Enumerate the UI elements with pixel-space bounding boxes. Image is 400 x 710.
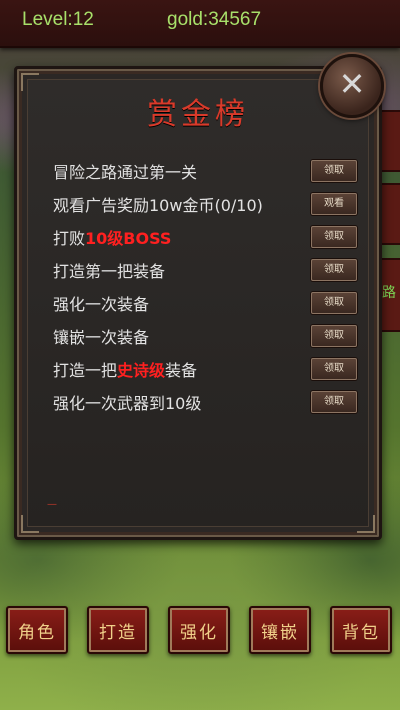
quest-row: 打造第一把装备 领取	[53, 256, 363, 282]
quest-row: 镶嵌一次装备 领取	[53, 322, 363, 348]
quest-highlight: 史诗级	[117, 361, 166, 380]
nav-bag-button[interactable]: 背包	[330, 606, 392, 654]
claim-button[interactable]: 领取	[311, 391, 357, 413]
claim-button[interactable]: 领取	[311, 259, 357, 281]
panel-corner	[357, 515, 375, 533]
bounty-panel: 赏金榜 冒险之路通过第一关 领取 观看广告奖励10w金币(0/10) 观看 打败…	[14, 66, 382, 540]
gold-label: gold:34567	[167, 9, 262, 30]
close-icon: ✕	[338, 65, 366, 103]
quest-highlight: 10级BOSS	[85, 229, 172, 248]
footer-mark: —	[47, 499, 57, 510]
level-label: Level:12	[22, 9, 94, 30]
nav-character-button[interactable]: 角色	[6, 606, 68, 654]
quest-label: 强化一次武器到10级	[53, 394, 202, 413]
quest-row: 强化一次武器到10级 领取	[53, 388, 363, 414]
claim-button[interactable]: 领取	[311, 226, 357, 248]
nav-inlay-button[interactable]: 镶嵌	[249, 606, 311, 654]
claim-button[interactable]: 领取	[311, 325, 357, 347]
side-tab-label: 路	[382, 285, 396, 301]
panel-corner	[21, 515, 39, 533]
quest-row: 观看广告奖励10w金币(0/10) 观看	[53, 190, 363, 216]
claim-button[interactable]: 领取	[311, 160, 357, 182]
hud-bar: Level:12 gold:34567	[0, 0, 400, 48]
quest-row: 打败10级BOSS 领取	[53, 223, 363, 249]
quest-label: 强化一次装备	[53, 295, 150, 314]
quest-label: 打败10级BOSS	[53, 229, 172, 248]
watch-ad-button[interactable]: 观看	[311, 193, 357, 215]
close-button[interactable]: ✕	[320, 54, 384, 118]
quest-label: 打造一把史诗级装备	[53, 361, 198, 380]
quest-row: 冒险之路通过第一关 领取	[53, 157, 363, 183]
claim-button[interactable]: 领取	[311, 358, 357, 380]
quest-label: 镶嵌一次装备	[53, 328, 150, 347]
nav-forge-button[interactable]: 打造	[87, 606, 149, 654]
quest-row: 强化一次装备 领取	[53, 289, 363, 315]
quest-label: 冒险之路通过第一关	[53, 163, 198, 182]
quest-label: 打造第一把装备	[53, 262, 166, 281]
claim-button[interactable]: 领取	[311, 292, 357, 314]
quest-label: 观看广告奖励10w金币(0/10)	[53, 196, 263, 215]
quest-row: 打造一把史诗级装备 领取	[53, 355, 363, 381]
nav-enhance-button[interactable]: 强化	[168, 606, 230, 654]
